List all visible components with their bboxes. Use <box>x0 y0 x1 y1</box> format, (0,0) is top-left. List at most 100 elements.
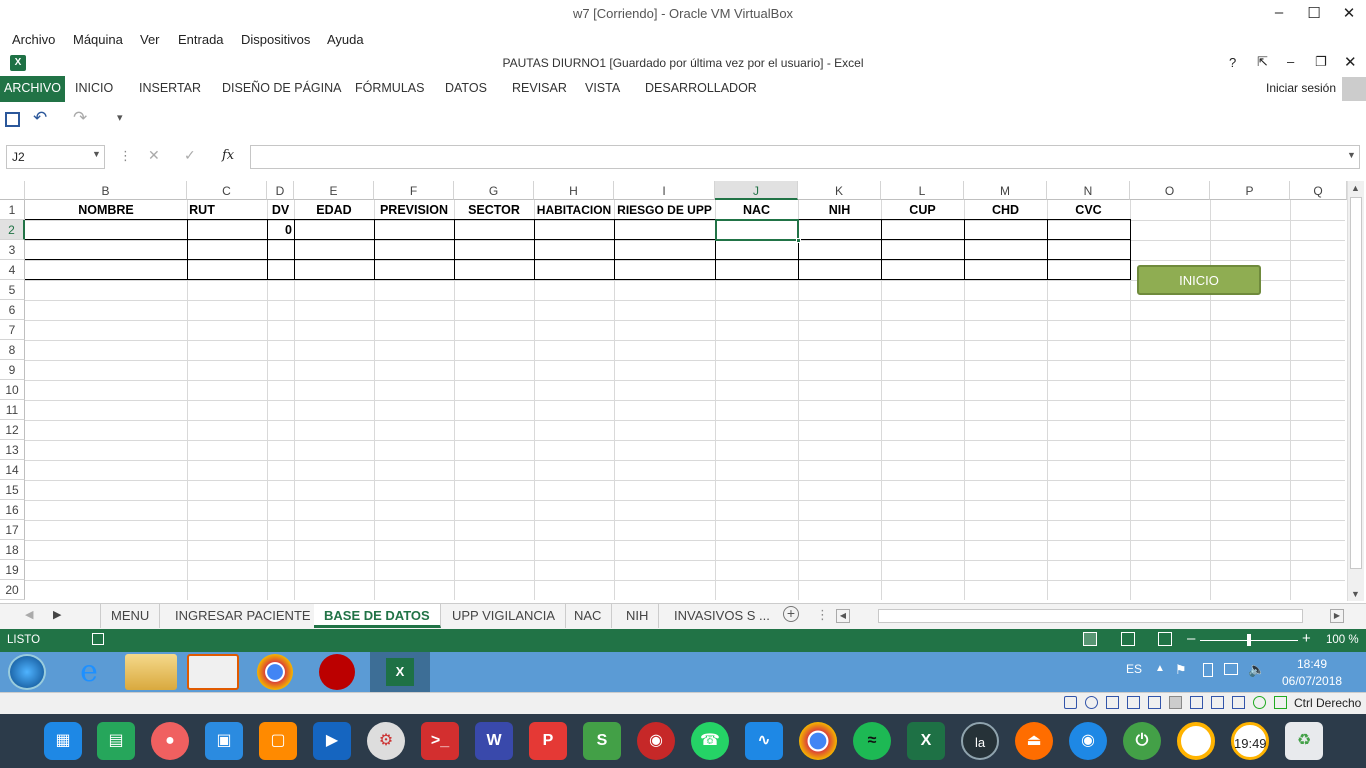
tab-formulas[interactable]: FÓRMULAS <box>355 81 424 95</box>
excel-close-button[interactable]: ✕ <box>1344 53 1357 71</box>
row-header[interactable]: 13 <box>0 440 25 460</box>
col-header[interactable]: O <box>1130 181 1210 200</box>
redo-icon[interactable]: ↷ <box>73 108 87 128</box>
whatsapp-icon[interactable]: ☎ <box>691 722 729 760</box>
video-capture-icon[interactable] <box>1211 696 1224 709</box>
save-icon[interactable] <box>5 112 20 127</box>
close-button[interactable]: ✕ <box>1332 4 1366 24</box>
start-button[interactable] <box>8 654 46 690</box>
fill-handle[interactable] <box>796 238 801 243</box>
battery-icon[interactable] <box>1203 663 1213 677</box>
col-header[interactable]: P <box>1210 181 1290 200</box>
cell-d2[interactable]: 0 <box>267 220 292 240</box>
hscroll-left-icon[interactable]: ◀ <box>836 609 850 623</box>
zoom-in-icon[interactable]: + <box>1302 630 1311 647</box>
menu-maquina[interactable]: Máquina <box>73 32 123 47</box>
store-icon[interactable]: ▢ <box>259 722 297 760</box>
menu-entrada[interactable]: Entrada <box>178 32 224 47</box>
minimize-button[interactable]: – <box>1262 4 1296 24</box>
col-header[interactable]: I <box>614 181 715 200</box>
sheet-tab[interactable]: NAC <box>564 604 613 628</box>
row-header[interactable]: 6 <box>0 300 25 320</box>
row-header[interactable]: 18 <box>0 540 25 560</box>
header-cell[interactable]: CVC <box>1047 200 1130 220</box>
undo-icon[interactable]: ↶ <box>33 108 47 128</box>
row-header[interactable]: 8 <box>0 340 25 360</box>
row-header[interactable]: 19 <box>0 560 25 580</box>
header-cell[interactable]: NIH <box>798 200 881 220</box>
col-header[interactable]: E <box>294 181 374 200</box>
usb-icon[interactable] <box>1148 696 1161 709</box>
header-cell[interactable]: RUT <box>187 200 217 220</box>
scroll-up-icon[interactable]: ▲ <box>1351 183 1360 193</box>
col-header[interactable]: N <box>1047 181 1130 200</box>
hscroll-thumb[interactable] <box>878 609 1303 623</box>
col-header[interactable]: H <box>534 181 614 200</box>
row-header[interactable]: 10 <box>0 380 25 400</box>
recorder-icon[interactable]: ● <box>151 722 189 760</box>
col-header[interactable]: D <box>267 181 294 200</box>
settings-gear-icon[interactable]: ⚙ <box>367 722 405 760</box>
formula-input[interactable] <box>250 145 1360 169</box>
presentation-icon[interactable]: P <box>529 722 567 760</box>
avatar[interactable] <box>1342 77 1366 101</box>
page-layout-icon[interactable] <box>1121 632 1135 646</box>
video-player-icon[interactable]: ▶ <box>313 722 351 760</box>
col-header[interactable]: Q <box>1290 181 1347 200</box>
sheet-tab[interactable]: MENU <box>100 604 161 628</box>
sheet-tab[interactable]: INGRESAR PACIENTE <box>165 604 322 628</box>
media-player-icon[interactable] <box>187 654 239 690</box>
header-cell[interactable]: PREVISION <box>374 200 454 220</box>
display-icon[interactable] <box>1190 696 1203 709</box>
wifi-icon[interactable]: ◉ <box>1069 722 1107 760</box>
internet-explorer-icon[interactable]: e <box>63 654 115 690</box>
shared-folders-icon[interactable] <box>1169 696 1182 709</box>
page-break-icon[interactable] <box>1158 632 1172 646</box>
trash-icon[interactable]: ♻ <box>1285 722 1323 760</box>
vertical-scrollbar[interactable]: ▲ ▼ <box>1347 181 1364 601</box>
taskbar-time[interactable]: 18:49 <box>1297 657 1327 671</box>
fx-icon[interactable]: fx <box>222 148 234 163</box>
ribbon-display-icon[interactable]: ⇱ <box>1257 54 1268 70</box>
excel-restore-button[interactable]: ❐ <box>1315 54 1327 70</box>
header-cell[interactable]: RIESGO DE UPP <box>614 200 715 220</box>
col-header[interactable]: B <box>25 181 187 200</box>
sheet-tab-active[interactable]: BASE DE DATOS <box>314 604 441 628</box>
header-cell[interactable]: DV <box>267 200 294 220</box>
language-indicator[interactable]: ES <box>1126 662 1142 676</box>
file-manager-icon[interactable]: ▣ <box>205 722 243 760</box>
header-cell[interactable]: EDAD <box>294 200 374 220</box>
col-header[interactable]: L <box>881 181 964 200</box>
system-monitor-icon[interactable]: ∿ <box>745 722 783 760</box>
excel-dock-icon[interactable]: X <box>907 722 945 760</box>
row-header-selected[interactable]: 2 <box>0 220 25 240</box>
row-header[interactable]: 3 <box>0 240 25 260</box>
col-header[interactable]: G <box>454 181 534 200</box>
expand-formula-icon[interactable]: ▼ <box>1347 150 1356 160</box>
network-icon[interactable] <box>1224 663 1238 675</box>
col-header[interactable]: C <box>187 181 267 200</box>
row-header[interactable]: 20 <box>0 580 25 600</box>
audio-icon[interactable] <box>1106 696 1119 709</box>
namebox-dropdown-icon[interactable]: ▼ <box>92 149 101 159</box>
dock-clock[interactable]: 19:49 <box>1231 722 1269 760</box>
menu-dispositivos[interactable]: Dispositivos <box>241 32 310 47</box>
enter-icon[interactable]: ✓ <box>184 147 196 164</box>
show-hidden-icons[interactable]: ▲ <box>1155 663 1165 674</box>
excel-minimize-button[interactable]: – <box>1287 54 1294 69</box>
next-sheet-icon[interactable]: ▶ <box>53 608 61 621</box>
scroll-thumb[interactable] <box>1350 197 1362 569</box>
signin-link[interactable]: Iniciar sesión <box>1266 81 1336 95</box>
antivirus-icon[interactable] <box>319 654 355 690</box>
sheet-tab[interactable]: NIH <box>616 604 660 628</box>
tab-archivo[interactable]: ARCHIVO <box>0 76 65 102</box>
col-header-selected[interactable]: J <box>715 181 798 200</box>
scroll-down-icon[interactable]: ▼ <box>1351 589 1360 599</box>
mouse-integration-icon[interactable] <box>1274 696 1287 709</box>
hscroll-right-icon[interactable]: ▶ <box>1330 609 1344 623</box>
header-cell[interactable]: CUP <box>881 200 964 220</box>
zoom-level[interactable]: 100 % <box>1326 634 1359 646</box>
file-explorer-icon[interactable] <box>125 654 177 690</box>
col-header[interactable]: K <box>798 181 881 200</box>
header-cell[interactable]: SECTOR <box>454 200 534 220</box>
